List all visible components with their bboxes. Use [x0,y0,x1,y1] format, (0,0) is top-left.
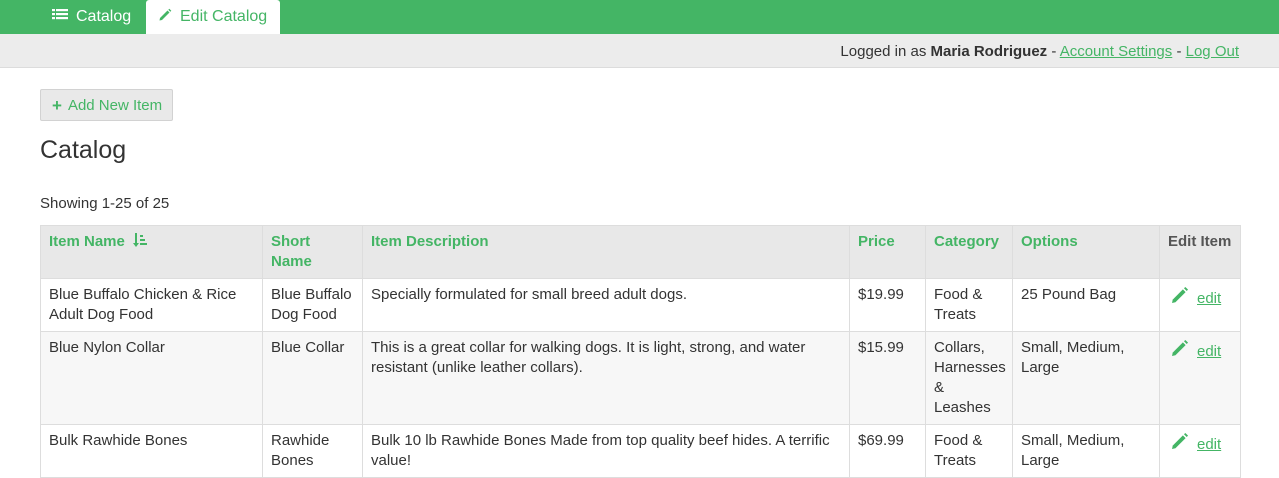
cell-short-name: Rawhide Bones [262,424,363,478]
cell-description: Specially formulated for small breed adu… [362,278,850,332]
tab-catalog[interactable]: Catalog [52,0,131,34]
table-header-row: Item Name Short Name Item Description Pr… [40,225,1241,279]
cell-edit: edit [1159,424,1241,478]
column-header-edit-item: Edit Item [1159,225,1241,279]
cell-short-name: Blue Collar [262,331,363,425]
cell-edit: edit [1159,331,1241,425]
list-icon [52,8,68,27]
cell-item-name: Blue Nylon Collar [40,331,263,425]
cell-options: 25 Pound Bag [1012,278,1160,332]
tab-edit-catalog[interactable]: Edit Catalog [146,0,280,34]
pencil-icon [158,8,172,27]
add-new-item-label: Add New Item [67,96,163,114]
column-header-item-description[interactable]: Item Description [362,225,850,279]
edit-link[interactable]: edit [1197,435,1221,455]
cell-price: $15.99 [849,331,926,425]
cell-item-name: Blue Buffalo Chicken & Rice Adult Dog Fo… [40,278,263,332]
column-header-category[interactable]: Category [925,225,1013,279]
cell-description: This is a great collar for walking dogs.… [362,331,850,425]
account-info: Logged in as Maria Rodriguez - Account S… [840,43,1239,60]
cell-options: Small, Medium, Large [1012,331,1160,425]
table-row: Blue Buffalo Chicken & Rice Adult Dog Fo… [40,278,1241,332]
edit-link[interactable]: edit [1197,289,1221,309]
cell-category: Food & Treats [925,278,1013,332]
edit-link[interactable]: edit [1197,342,1221,362]
top-navigation: Catalog Edit Catalog [0,0,1279,34]
separator: - [1172,43,1186,60]
cell-item-name: Bulk Rawhide Bones [40,424,263,478]
cell-category: Food & Treats [925,424,1013,478]
column-header-options[interactable]: Options [1012,225,1160,279]
cell-price: $19.99 [849,278,926,332]
catalog-table: Item Name Short Name Item Description Pr… [40,225,1241,478]
cell-edit: edit [1159,278,1241,332]
cell-options: Small, Medium, Large [1012,424,1160,478]
cell-category: Collars, Harnesses & Leashes [925,331,1013,425]
column-header-item-name[interactable]: Item Name [40,225,263,279]
cell-short-name: Blue Buffalo Dog Food [262,278,363,332]
cell-description: Bulk 10 lb Rawhide Bones Made from top q… [362,424,850,478]
cell-price: $69.99 [849,424,926,478]
account-settings-link[interactable]: Account Settings [1060,43,1173,60]
results-count: Showing 1-25 of 25 [40,195,170,212]
log-out-link[interactable]: Log Out [1186,43,1239,60]
table-row: Blue Nylon Collar Blue Collar This is a … [40,331,1241,425]
tab-edit-catalog-label: Edit Catalog [180,8,268,25]
pencil-icon[interactable] [1170,339,1189,364]
separator: - [1047,43,1060,60]
add-new-item-button[interactable]: + Add New Item [40,89,173,121]
tab-catalog-label: Catalog [76,8,132,25]
column-header-price[interactable]: Price [849,225,926,279]
page-title: Catalog [40,136,127,164]
username: Maria Rodriguez [930,43,1048,60]
pencil-icon[interactable] [1170,286,1189,311]
account-bar: Logged in as Maria Rodriguez - Account S… [0,34,1279,68]
plus-icon: + [52,95,62,115]
logged-in-prefix: Logged in as [840,43,927,60]
table-row: Bulk Rawhide Bones Rawhide Bones Bulk 10… [40,424,1241,478]
pencil-icon[interactable] [1170,432,1189,457]
column-header-short-name[interactable]: Short Name [262,225,363,279]
sort-ascending-icon[interactable] [133,233,148,254]
